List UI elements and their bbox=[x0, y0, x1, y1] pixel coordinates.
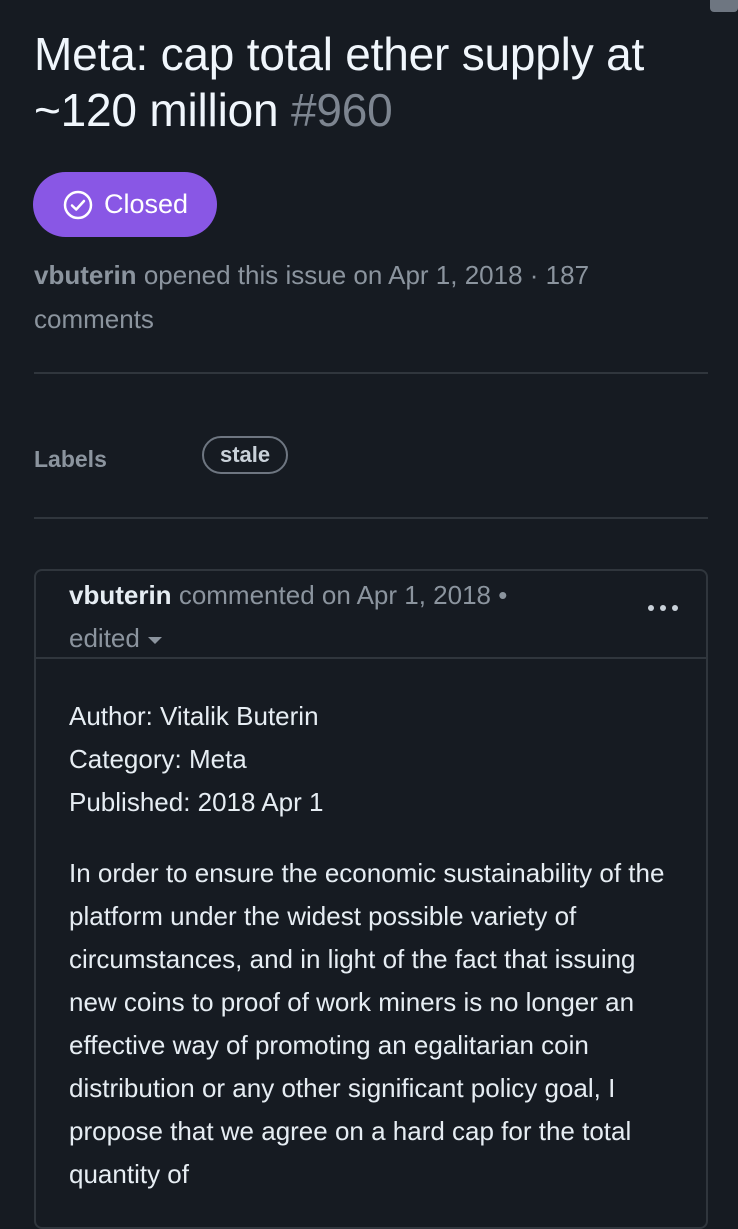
divider bbox=[34, 372, 708, 374]
labels-heading: Labels bbox=[34, 446, 107, 472]
comment-header: vbuterin commented on Apr 1, 2018 • edite… bbox=[36, 571, 706, 659]
triangle-down-icon bbox=[147, 636, 162, 644]
edited-dropdown[interactable]: edited bbox=[69, 623, 162, 653]
comment-box: vbuterin commented on Apr 1, 2018 • edite… bbox=[34, 569, 708, 1229]
issue-state-label: Closed bbox=[103, 189, 189, 219]
comment-paragraph: In order to ensure the economic sustaina… bbox=[69, 858, 665, 1189]
preamble-author: Author: Vitalik Buterin bbox=[69, 701, 319, 731]
issue-meta: vbuterin opened this issue on Apr 1, 201… bbox=[34, 253, 694, 341]
preamble-published: Published: 2018 Apr 1 bbox=[69, 787, 324, 817]
preamble-category: Category: Meta bbox=[69, 744, 247, 774]
issue-title: Meta: cap total ether supply at ~120 mil… bbox=[34, 26, 714, 138]
scroll-indicator bbox=[710, 0, 738, 12]
comment-meta: vbuterin commented on Apr 1, 2018 • edite… bbox=[69, 574, 589, 660]
edited-label: edited bbox=[69, 623, 140, 653]
comment-meta-text: commented on Apr 1, 2018 • bbox=[178, 580, 508, 610]
divider bbox=[34, 517, 708, 519]
issue-number: #960 bbox=[290, 84, 393, 136]
comment-author-link[interactable]: vbuterin bbox=[69, 580, 172, 610]
issue-author-link[interactable]: vbuterin bbox=[34, 260, 137, 290]
check-circle-icon bbox=[62, 189, 94, 221]
label-stale[interactable]: stale bbox=[202, 436, 289, 474]
comment-body: Author: Vitalik Buterin Category: Meta P… bbox=[69, 695, 679, 1196]
kebab-horizontal-icon[interactable] bbox=[648, 605, 678, 611]
issue-state-badge: Closed bbox=[33, 172, 217, 237]
